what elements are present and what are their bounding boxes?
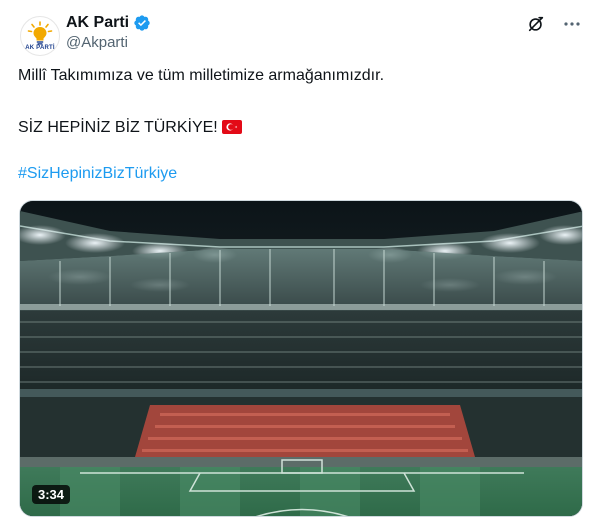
handle[interactable]: @Akparti xyxy=(66,34,151,51)
turkey-flag-icon xyxy=(221,120,242,134)
avatar[interactable]: AK PARTİ xyxy=(20,16,60,56)
video-player[interactable]: 3:34 xyxy=(19,200,583,517)
hashtag-link[interactable]: #SizHepinizBizTürkiye xyxy=(18,164,177,184)
more-options-icon[interactable] xyxy=(562,14,582,34)
light-bulb-logo-icon xyxy=(27,20,53,44)
stadium-video-thumbnail xyxy=(20,201,582,516)
grok-icon[interactable] xyxy=(526,14,546,34)
tweet-text-line-1: Millî Takımımıza ve tüm milletimize arma… xyxy=(18,67,385,84)
tweet-header: AK PARTİ AK Parti @Akparti xyxy=(18,10,582,60)
tweet-text-line-2: SİZ HEPİNİZ BİZ TÜRKİYE! xyxy=(18,119,218,136)
author-names: AK Parti @Akparti xyxy=(66,12,151,51)
video-duration: 3:34 xyxy=(32,485,71,504)
tweet-text-line-2-row: SİZ HEPİNİZ BİZ TÜRKİYE! xyxy=(18,118,242,138)
display-name[interactable]: AK Parti xyxy=(66,14,129,32)
avatar-logo-text: AK PARTİ xyxy=(25,44,55,51)
verified-badge-icon[interactable] xyxy=(133,14,151,32)
display-name-row: AK Parti xyxy=(66,12,151,34)
header-actions xyxy=(526,14,582,34)
